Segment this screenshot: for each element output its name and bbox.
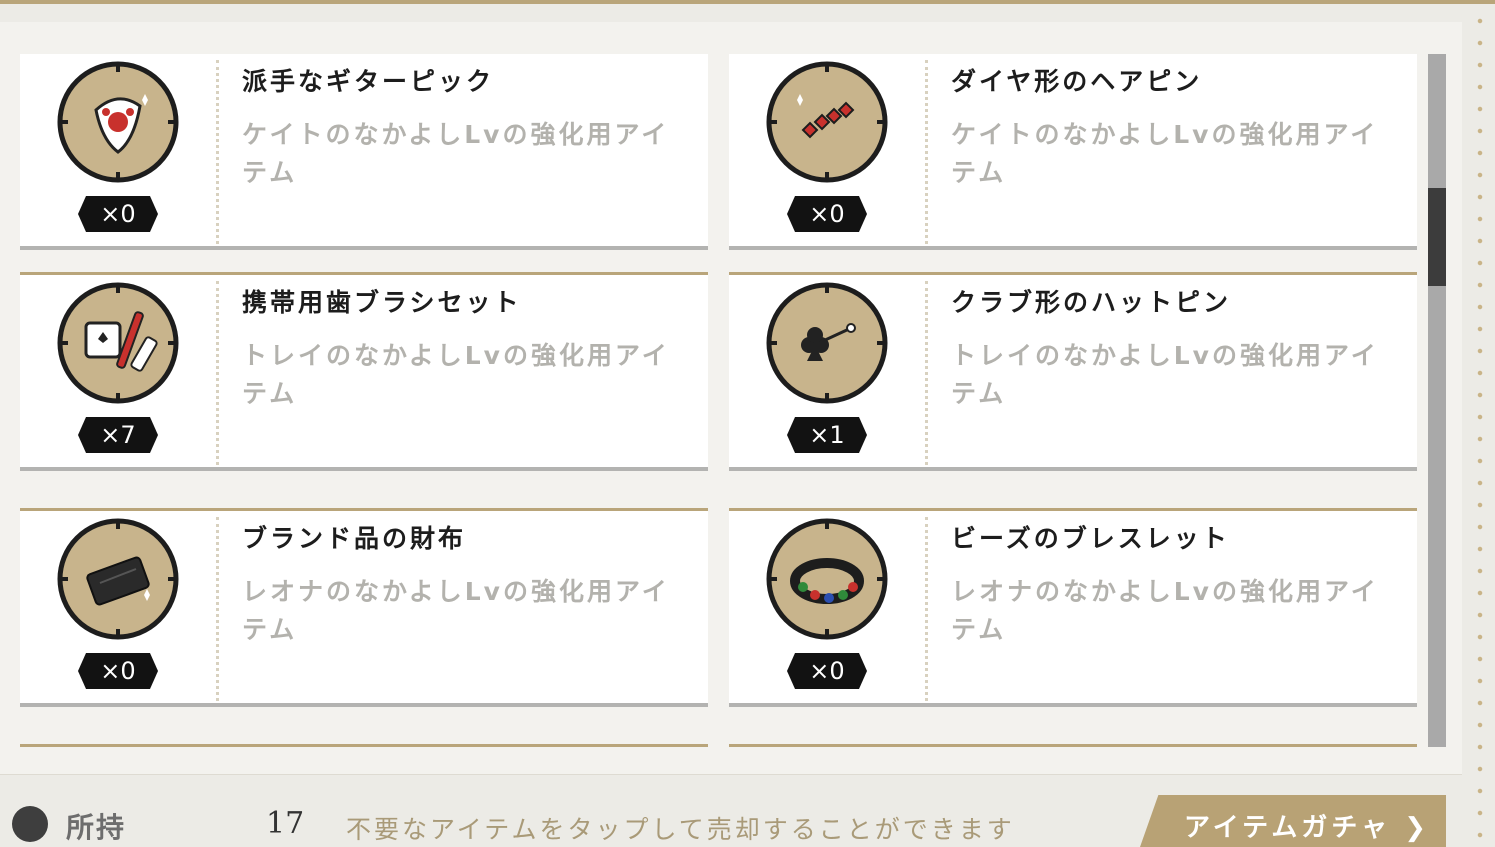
item-name: ビーズのブレスレット (951, 524, 1230, 553)
bracelet-icon (765, 517, 889, 641)
item-description: レオナのなかよしLvの強化用アイテム (242, 577, 670, 644)
quantity-badge: ×1 (787, 417, 867, 453)
item-card[interactable]: ×0 ブランド品の財布 レオナのなかよしLvの強化用アイテム (20, 511, 708, 707)
owned-label: 所持 (66, 811, 127, 844)
item-card[interactable]: ×0 ダイヤ形のヘアピン ケイトのなかよしLvの強化用アイテム (729, 54, 1417, 250)
quantity-badge: ×0 (787, 196, 867, 232)
item-description: レオナのなかよしLvの強化用アイテム (951, 577, 1379, 644)
item-name: 携帯用歯ブラシセット (242, 288, 522, 317)
divider (925, 60, 928, 244)
wallet-icon (56, 517, 180, 641)
scrollbar-thumb[interactable] (1428, 188, 1446, 286)
item-name: クラブ形のハットピン (951, 288, 1232, 317)
owned-count: 17 (266, 806, 305, 841)
item-card[interactable]: ×0 ビーズのブレスレット レオナのなかよしLvの強化用アイテム (729, 511, 1417, 707)
quantity-badge: ×0 (78, 196, 158, 232)
item-name: 派手なギターピック (242, 67, 495, 96)
divider (216, 60, 219, 244)
item-name: ブランド品の財布 (242, 524, 467, 553)
divider (216, 517, 219, 701)
item-description: トレイのなかよしLvの強化用アイテム (242, 341, 670, 408)
item-description: ケイトのなかよしLvの強化用アイテム (242, 120, 670, 187)
bag-icon (12, 806, 48, 842)
hairpin-icon (765, 60, 889, 184)
item-card[interactable]: ×1 クラブ形のハットピン トレイのなかよしLvの強化用アイテム (729, 275, 1417, 471)
item-gacha-button[interactable]: アイテムガチャ ❯ (1140, 795, 1446, 847)
item-description: ケイトのなかよしLvの強化用アイテム (951, 120, 1379, 187)
divider (925, 517, 928, 701)
toothbrush-set-icon (56, 281, 180, 405)
item-description: トレイのなかよしLvの強化用アイテム (951, 341, 1379, 408)
item-card[interactable]: ×0 派手なギターピック ケイトのなかよしLvの強化用アイテム (20, 54, 708, 250)
hatpin-icon (765, 281, 889, 405)
card-top-border (729, 744, 1417, 747)
guitar-pick-icon (56, 60, 180, 184)
top-border (0, 0, 1495, 4)
item-name: ダイヤ形のヘアピン (951, 67, 1203, 96)
item-card[interactable]: ×7 携帯用歯ブラシセット トレイのなかよしLvの強化用アイテム (20, 275, 708, 471)
quantity-badge: ×7 (78, 417, 158, 453)
scrollbar[interactable] (1428, 54, 1446, 747)
sell-hint: 不要なアイテムをタップして売却することができます (346, 815, 1015, 844)
divider (216, 281, 219, 465)
dotted-border (1476, 10, 1484, 840)
quantity-badge: ×0 (787, 653, 867, 689)
divider (925, 281, 928, 465)
item-list-panel[interactable]: ×0 派手なギターピック ケイトのなかよしLvの強化用アイテム ×0 ダイヤ形の… (0, 22, 1462, 775)
card-top-border (20, 744, 708, 747)
quantity-badge: ×0 (78, 653, 158, 689)
